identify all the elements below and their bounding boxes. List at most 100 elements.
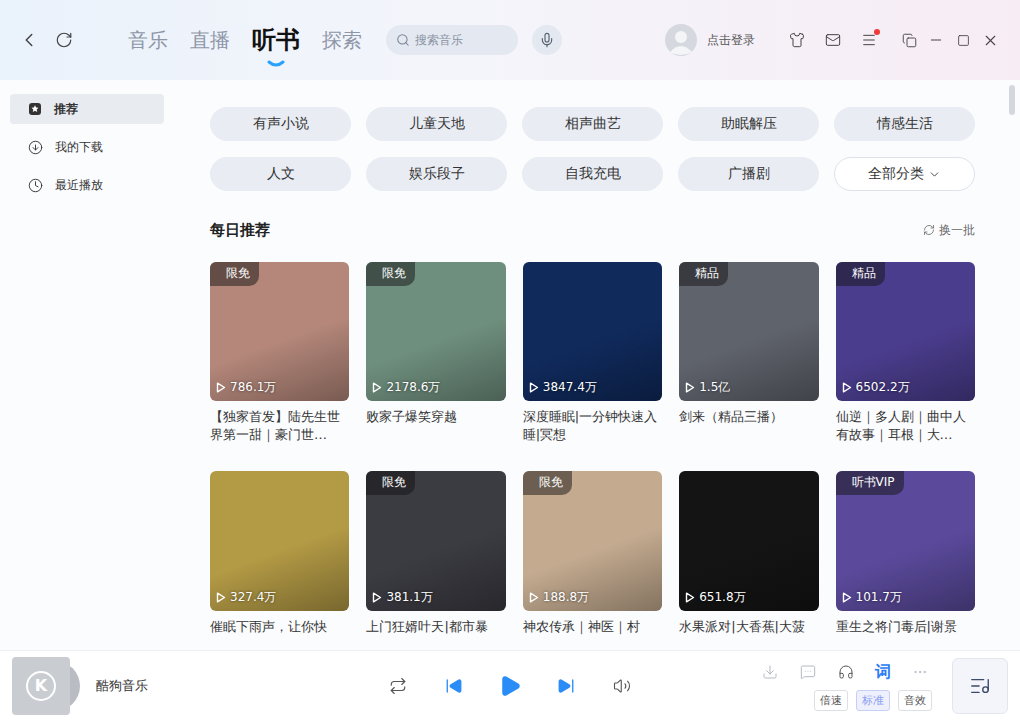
book-title: 催眠下雨声，让你快 bbox=[210, 618, 349, 650]
download-button[interactable] bbox=[758, 660, 782, 684]
play-count-icon bbox=[842, 382, 852, 393]
playlist-button[interactable] bbox=[952, 658, 1008, 714]
sidebar-item[interactable]: 最近播放 bbox=[10, 170, 164, 200]
album-art[interactable]: K bbox=[12, 657, 80, 715]
next-button[interactable] bbox=[554, 674, 578, 698]
messages-button[interactable] bbox=[821, 28, 845, 52]
book-title: 神农传承｜神医｜村 bbox=[523, 618, 662, 650]
more-icon bbox=[912, 664, 928, 680]
main-menu-button[interactable] bbox=[857, 28, 881, 52]
player-option[interactable]: 倍速 bbox=[814, 690, 848, 711]
category-pill[interactable]: 助眠解压 bbox=[678, 107, 819, 141]
main-tab[interactable]: 音乐 bbox=[128, 24, 168, 56]
volume-button[interactable] bbox=[610, 674, 634, 698]
notification-dot bbox=[874, 29, 880, 35]
avatar-icon[interactable] bbox=[665, 24, 697, 56]
player-extras: 词倍速标准音效 bbox=[634, 658, 1008, 714]
lyrics-button[interactable]: 词 bbox=[872, 662, 894, 683]
top-bar: 音乐直播听书探索搜索音乐 点击登录 bbox=[0, 0, 1020, 80]
book-title: 重生之将门毒后|谢景 bbox=[836, 618, 975, 650]
book-cover: 精品6502.2万 bbox=[836, 262, 975, 401]
cover-badge: 精品 bbox=[679, 262, 728, 286]
category-label: 相声曲艺 bbox=[565, 115, 621, 133]
main-tab[interactable]: 探索 bbox=[322, 24, 362, 56]
shirt-icon bbox=[789, 32, 805, 48]
category-pill[interactable]: 相声曲艺 bbox=[522, 107, 663, 141]
window-controls bbox=[897, 28, 1002, 52]
book-title: 【独家首发】陆先生世界第一甜｜豪门世… bbox=[210, 408, 349, 444]
voice-search-button[interactable] bbox=[532, 25, 562, 55]
loop-button[interactable] bbox=[386, 674, 410, 698]
cover-badge: 听书VIP bbox=[836, 471, 904, 495]
book-card[interactable]: 限免188.8万神农传承｜神医｜村 bbox=[523, 471, 662, 650]
play-count-icon bbox=[842, 592, 852, 603]
category-pill[interactable]: 儿童天地 bbox=[366, 107, 507, 141]
category-pill[interactable]: 有声小说 bbox=[210, 107, 351, 141]
mail-icon bbox=[825, 32, 841, 48]
play-icon bbox=[498, 672, 522, 700]
comment-button[interactable] bbox=[796, 660, 820, 684]
book-card[interactable]: 限免381.1万上门狂婿叶天|都市暴 bbox=[366, 471, 505, 650]
listen-button[interactable] bbox=[834, 660, 858, 684]
book-card[interactable]: 听书VIP 101.7万重生之将门毒后|谢景 bbox=[836, 471, 975, 650]
mini-mode-button[interactable] bbox=[897, 28, 921, 52]
book-card[interactable]: 3847.4万深度睡眠|一分钟快速入睡|冥想 bbox=[523, 262, 662, 444]
category-pill[interactable]: 全部分类 bbox=[834, 157, 975, 191]
mini-mode-icon bbox=[902, 33, 917, 48]
category-pill[interactable]: 娱乐段子 bbox=[366, 157, 507, 191]
minimize-button[interactable] bbox=[924, 28, 948, 52]
category-label: 情感生活 bbox=[877, 115, 933, 133]
cover-badge: 限免 bbox=[523, 471, 572, 495]
sidebar-item[interactable]: 我的下载 bbox=[10, 132, 164, 162]
category-label: 娱乐段子 bbox=[409, 165, 465, 183]
book-card[interactable]: 精品1.5亿剑来（精品三播） bbox=[679, 262, 818, 444]
refresh-icon bbox=[923, 224, 935, 236]
skin-button[interactable] bbox=[785, 28, 809, 52]
book-card[interactable]: 限免786.1万【独家首发】陆先生世界第一甜｜豪门世… bbox=[210, 262, 349, 444]
chevron-down-icon bbox=[928, 168, 941, 181]
play-count: 6502.2万 bbox=[842, 379, 910, 396]
book-card[interactable]: 327.4万催眠下雨声，让你快 bbox=[210, 471, 349, 650]
category-pill[interactable]: 自我充电 bbox=[522, 157, 663, 191]
download-icon bbox=[762, 664, 778, 680]
track-name: 酷狗音乐 bbox=[96, 677, 148, 695]
refresh-batch-button[interactable]: 换一批 bbox=[923, 222, 975, 239]
book-title: 上门狂婿叶天|都市暴 bbox=[366, 618, 505, 650]
category-pill[interactable]: 人文 bbox=[210, 157, 351, 191]
maximize-button[interactable] bbox=[951, 28, 975, 52]
player-option[interactable]: 音效 bbox=[898, 690, 932, 711]
book-cover: 限免381.1万 bbox=[366, 471, 505, 610]
microphone-icon bbox=[539, 32, 555, 48]
scrollbar-thumb[interactable] bbox=[1009, 85, 1015, 115]
close-button[interactable] bbox=[978, 28, 1002, 52]
play-button[interactable] bbox=[498, 674, 522, 698]
book-card[interactable]: 限免2178.6万败家子爆笑穿越 bbox=[366, 262, 505, 444]
history-nav bbox=[17, 28, 76, 52]
book-cover: 限免2178.6万 bbox=[366, 262, 505, 401]
book-card[interactable]: 651.8万水果派对|大香蕉|大菠 bbox=[679, 471, 818, 650]
category-label: 广播剧 bbox=[728, 165, 770, 183]
search-icon bbox=[396, 33, 410, 47]
search-field[interactable]: 搜索音乐 bbox=[386, 25, 518, 55]
app-window: 音乐直播听书探索搜索音乐 点击登录推荐我的下载最近播放 有声小说儿童天地 相声曲艺 助眠… bbox=[0, 0, 1020, 720]
cover-badge: 限免 bbox=[366, 262, 415, 286]
login-link[interactable]: 点击登录 bbox=[707, 32, 755, 49]
main-tabs: 音乐直播听书探索 bbox=[128, 22, 362, 59]
main-tab[interactable]: 直播 bbox=[190, 24, 230, 56]
book-card[interactable]: 精品6502.2万仙逆｜多人剧｜曲中人有故事｜耳根｜大… bbox=[836, 262, 975, 444]
play-count: 101.7万 bbox=[842, 589, 902, 606]
main-tab[interactable]: 听书 bbox=[252, 22, 300, 59]
book-cover: 限免786.1万 bbox=[210, 262, 349, 401]
category-pill[interactable]: 广播剧 bbox=[678, 157, 819, 191]
play-count-icon bbox=[529, 382, 539, 393]
more-button[interactable] bbox=[908, 660, 932, 684]
back-button[interactable] bbox=[17, 28, 41, 52]
cover-badge: 限免 bbox=[366, 471, 415, 495]
book-cover: 327.4万 bbox=[210, 471, 349, 610]
recommend-icon bbox=[28, 102, 42, 116]
refresh-button[interactable] bbox=[52, 28, 76, 52]
player-option[interactable]: 标准 bbox=[856, 690, 890, 711]
previous-button[interactable] bbox=[442, 674, 466, 698]
sidebar-item[interactable]: 推荐 bbox=[10, 94, 164, 124]
category-pill[interactable]: 情感生活 bbox=[834, 107, 975, 141]
